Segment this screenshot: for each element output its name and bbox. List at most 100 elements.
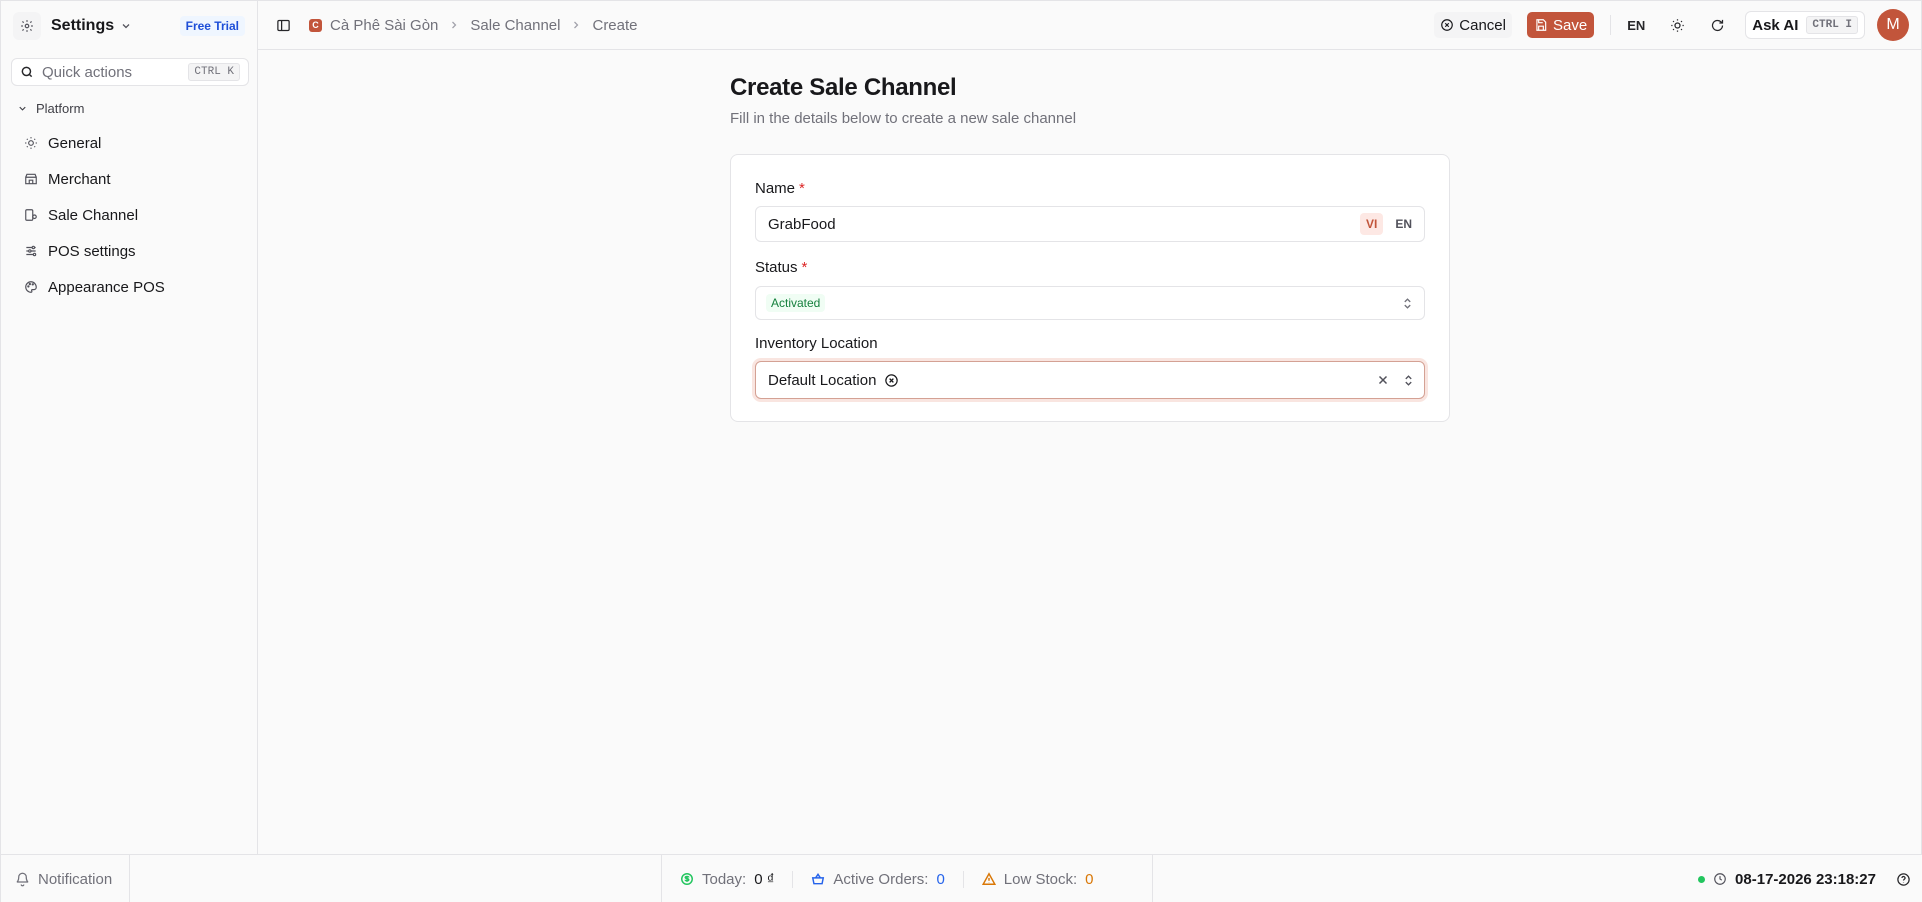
store-logo-icon: C xyxy=(309,18,322,32)
sidebar-item-pos-settings[interactable]: POS settings xyxy=(11,233,249,269)
required-mark: * xyxy=(799,180,805,197)
current-datetime: 08-17-2026 23:18:27 xyxy=(1735,870,1876,888)
sidebar-item-label: General xyxy=(48,134,102,152)
inventory-field-label: Inventory Location xyxy=(755,335,878,352)
quick-actions-label: Quick actions xyxy=(42,63,133,81)
status-field-label: Status * xyxy=(755,259,807,276)
clear-icon[interactable] xyxy=(1376,373,1390,387)
stat-today[interactable]: Today: 0 ₫ xyxy=(662,871,792,888)
chevron-right-icon xyxy=(570,19,582,31)
online-status-dot xyxy=(1698,875,1706,883)
breadcrumb: C Cà Phê Sài Gòn Sale Channel Create xyxy=(309,17,638,34)
stat-active-orders[interactable]: Active Orders: 0 xyxy=(792,870,962,888)
app-switcher[interactable]: Settings Free Trial xyxy=(13,11,245,41)
breadcrumb-sale-channel[interactable]: Sale Channel xyxy=(470,17,560,34)
refresh-icon[interactable] xyxy=(1710,18,1725,33)
sidebar-item-label: Appearance POS xyxy=(48,278,165,296)
sidebar-group-label: Platform xyxy=(36,101,85,116)
status-bar: Notification Today: 0 ₫ Active Orders: 0… xyxy=(1,854,1922,902)
avatar[interactable]: M xyxy=(1877,9,1909,41)
cancel-button[interactable]: Cancel xyxy=(1434,12,1512,38)
required-mark: * xyxy=(801,259,808,276)
page-subtitle: Fill in the details below to create a ne… xyxy=(730,110,1077,127)
breadcrumb-current: Create xyxy=(592,16,638,34)
ask-ai-shortcut: CTRL I xyxy=(1806,16,1858,34)
sidebar-item-general[interactable]: General xyxy=(11,125,249,161)
selected-location-label: Default Location xyxy=(768,371,877,389)
status-select[interactable]: Activated xyxy=(755,286,1425,320)
clock-icon xyxy=(1714,873,1726,885)
sidebar-item-merchant[interactable]: Merchant xyxy=(11,161,249,197)
language-switcher[interactable]: EN xyxy=(1627,18,1645,33)
page-header: Create Sale Channel Fill in the details … xyxy=(730,74,1076,127)
stat-low-stock[interactable]: Low Stock: 0 xyxy=(962,870,1112,888)
cancel-label: Cancel xyxy=(1459,16,1506,34)
theme-toggle-icon[interactable] xyxy=(1670,18,1685,33)
save-icon xyxy=(1536,19,1547,31)
stat-active-orders-label: Active Orders: xyxy=(833,870,929,888)
basket-icon xyxy=(812,873,825,885)
sidebar-toggle-icon[interactable] xyxy=(276,18,291,33)
sun-gear-icon xyxy=(25,137,37,149)
app-title-label: Settings xyxy=(51,17,115,34)
notification-label: Notification xyxy=(38,870,113,888)
stats-summary: Today: 0 ₫ Active Orders: 0 Low Stock: 0 xyxy=(661,855,1153,902)
selected-location-chip: Default Location xyxy=(768,372,899,389)
ask-ai-button[interactable]: Ask AI CTRL I xyxy=(1745,11,1865,39)
sidebar-item-sale-channel[interactable]: Sale Channel xyxy=(11,197,249,233)
name-language-tabs: VI EN xyxy=(1359,213,1418,235)
chevron-down-icon xyxy=(19,106,26,111)
sale-channel-form: Name * GrabFood VI EN Status * Activated I… xyxy=(730,154,1450,422)
close-circle-icon xyxy=(1441,19,1454,31)
channel-icon xyxy=(25,209,37,221)
free-trial-badge[interactable]: Free Trial xyxy=(179,16,245,36)
lang-tab-en[interactable]: EN xyxy=(1389,213,1418,235)
sidebar-item-label: Merchant xyxy=(48,170,111,188)
stat-today-label: Today: xyxy=(702,870,747,888)
sidebar-item-appearance-pos[interactable]: Appearance POS xyxy=(11,269,249,305)
name-field-label: Name * xyxy=(755,180,805,197)
remove-chip-icon[interactable] xyxy=(884,373,899,388)
name-input-value: GrabFood xyxy=(768,215,836,233)
name-label-text: Name xyxy=(755,180,796,197)
inventory-location-multiselect[interactable]: Default Location xyxy=(755,361,1425,399)
store-icon xyxy=(25,173,37,185)
help-circle-icon[interactable] xyxy=(1896,872,1911,887)
divider xyxy=(129,855,130,902)
quick-actions-search[interactable]: Quick actions CTRL K xyxy=(11,58,249,86)
topbar: C Cà Phê Sài Gòn Sale Channel Create Can… xyxy=(258,1,1921,50)
warning-triangle-icon xyxy=(981,872,996,885)
sliders-icon xyxy=(26,245,37,257)
stat-low-stock-label: Low Stock: xyxy=(1003,870,1078,888)
name-input[interactable]: GrabFood VI EN xyxy=(755,206,1425,242)
sidebar-item-label: Sale Channel xyxy=(48,206,139,224)
notification-button[interactable]: Notification xyxy=(15,871,112,888)
lang-tab-vi[interactable]: VI xyxy=(1359,213,1384,235)
settings-gear-icon xyxy=(13,12,41,40)
palette-icon xyxy=(25,281,37,293)
status-bar-right: 08-17-2026 23:18:27 xyxy=(1698,871,1911,888)
sidebar-group-platform[interactable]: Platform xyxy=(17,101,84,116)
breadcrumb-store[interactable]: C Cà Phê Sài Gòn xyxy=(309,17,438,34)
breadcrumb-store-label: Cà Phê Sài Gòn xyxy=(330,16,439,34)
chevrons-up-down-icon xyxy=(1402,374,1415,387)
sidebar-item-label: POS settings xyxy=(48,242,136,260)
sidebar: Settings Free Trial Quick actions CTRL K… xyxy=(1,1,258,854)
quick-actions-shortcut: CTRL K xyxy=(188,63,240,81)
app-title[interactable]: Settings xyxy=(51,17,132,35)
chevrons-up-down-icon xyxy=(1401,297,1414,310)
status-label-text: Status xyxy=(755,259,798,276)
sidebar-nav: General Merchant Sale Channel POS settin… xyxy=(11,125,249,305)
dollar-circle-icon xyxy=(681,873,693,885)
page-title: Create Sale Channel xyxy=(730,74,957,101)
chevron-right-icon xyxy=(448,19,460,31)
search-icon xyxy=(21,66,33,78)
bell-icon xyxy=(16,872,29,886)
app-window: Settings Free Trial Quick actions CTRL K… xyxy=(0,0,1922,902)
divider xyxy=(1610,15,1612,35)
topbar-actions: Cancel Save EN Ask AI CTRL I M xyxy=(1434,1,1921,50)
stat-today-value: 0 ₫ xyxy=(754,870,775,888)
save-button[interactable]: Save xyxy=(1526,12,1595,38)
chevron-down-icon xyxy=(122,24,130,29)
save-label: Save xyxy=(1552,16,1588,34)
